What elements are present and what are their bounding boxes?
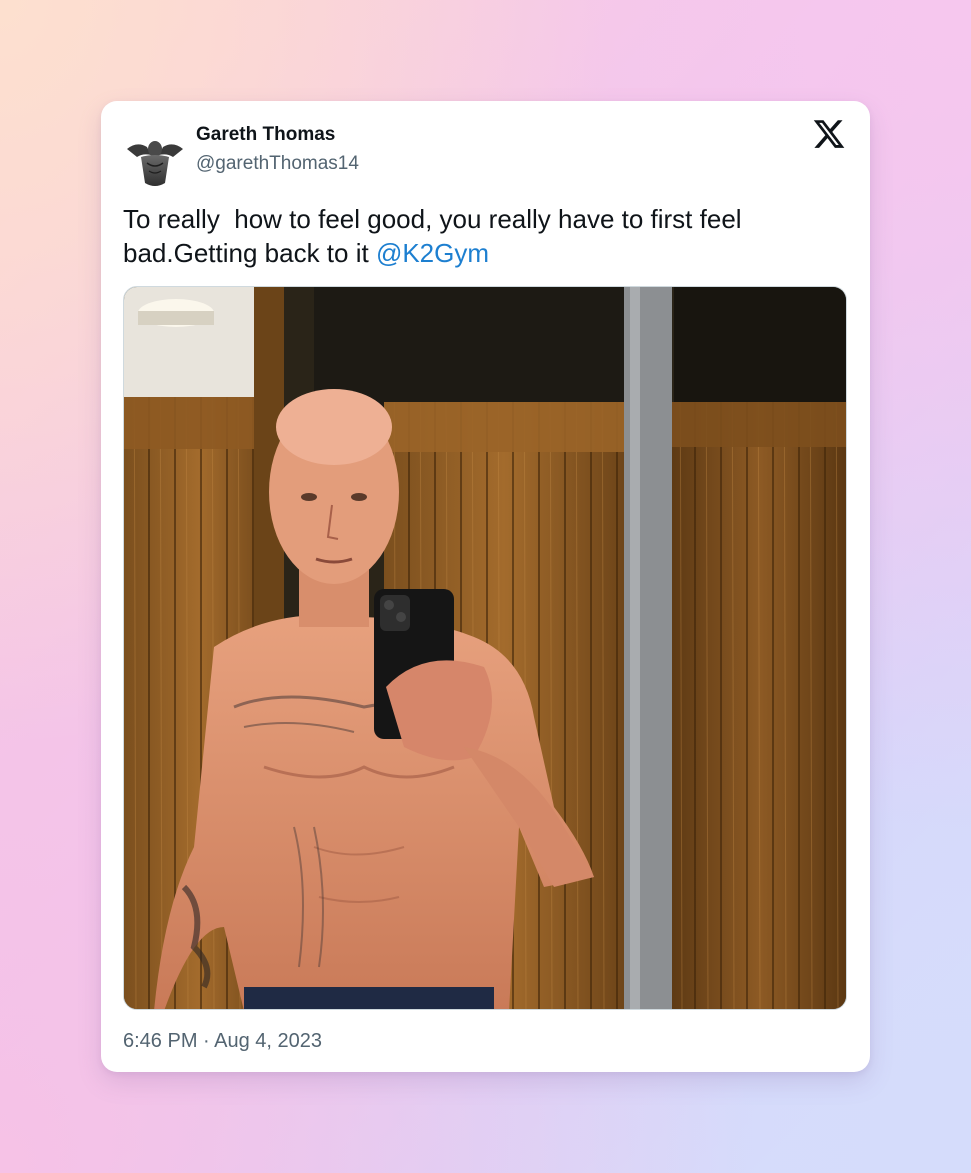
mention-link[interactable]: @K2Gym: [376, 238, 489, 268]
photo-illustration: [124, 287, 846, 1009]
tweet-text: To really how to feel good, you really h…: [123, 202, 843, 270]
tweet-time: 6:46 PM: [123, 1030, 198, 1052]
tweet-timestamp[interactable]: 6:46 PM · Aug 4, 2023: [123, 1029, 322, 1053]
tweet-date: Aug 4, 2023: [214, 1030, 323, 1052]
avatar[interactable]: [123, 135, 187, 191]
tweet-media-photo[interactable]: [123, 286, 847, 1010]
author-block[interactable]: Gareth Thomas @garethThomas14: [196, 123, 359, 177]
avatar-silhouette-icon: [127, 141, 183, 186]
x-logo-icon[interactable]: [812, 117, 846, 151]
author-handle[interactable]: @garethThomas14: [196, 151, 359, 177]
author-display-name[interactable]: Gareth Thomas: [196, 123, 359, 147]
tweet-card: Gareth Thomas @garethThomas14 To really …: [101, 101, 870, 1072]
timestamp-separator: ·: [197, 1030, 215, 1052]
